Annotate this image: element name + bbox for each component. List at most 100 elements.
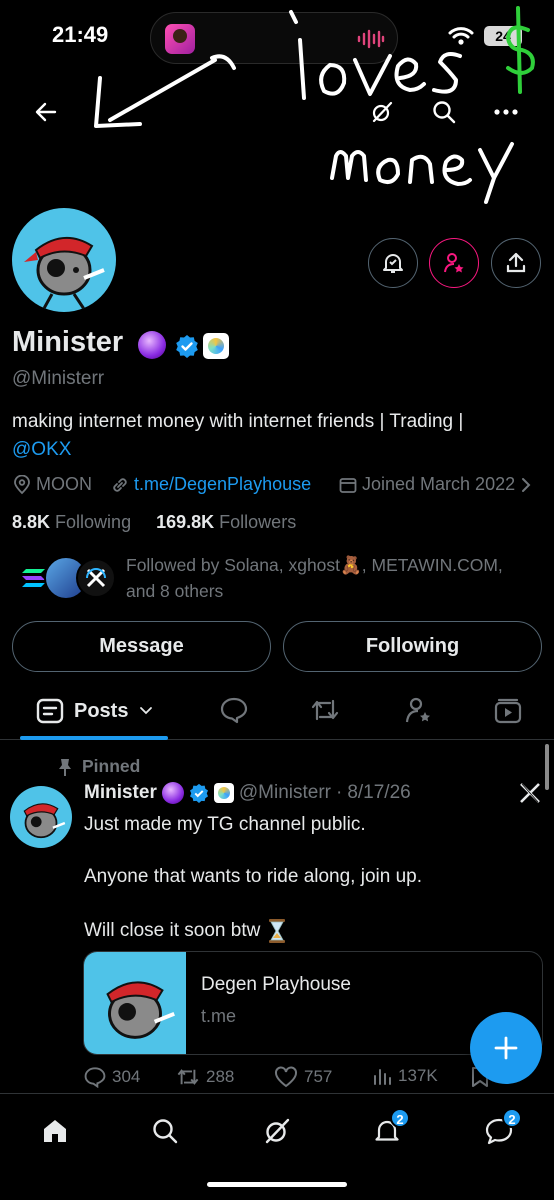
nav-home[interactable] [32, 1108, 78, 1154]
affiliate-badge[interactable] [203, 333, 229, 359]
repost-icon [311, 699, 339, 721]
notify-button[interactable] [368, 238, 418, 288]
like-count: 757 [304, 1067, 333, 1086]
post-separator: · [335, 782, 343, 803]
bio-text: making internet money with internet frie… [12, 411, 464, 432]
avatar-character-image [106, 981, 175, 1039]
metawin-avatar [76, 558, 116, 598]
bell-check-icon [383, 254, 403, 273]
views-action[interactable]: 137K [372, 1066, 438, 1086]
hourglass-emoji-icon [269, 919, 286, 943]
post-author-handle: @Ministerr [238, 782, 331, 803]
more-icon [494, 109, 518, 115]
pin-icon [59, 759, 71, 776]
avatar-character-image [23, 803, 66, 839]
home-icon [44, 1120, 66, 1142]
person-star-icon [405, 697, 430, 723]
views-count: 137K [398, 1066, 438, 1085]
following-link[interactable]: 8.8K Following [12, 512, 131, 532]
reply-action[interactable]: 304 [84, 1066, 140, 1088]
post-author-avatar[interactable] [10, 786, 72, 848]
nav-grok[interactable] [254, 1108, 300, 1154]
plus-icon [494, 1036, 518, 1060]
joined-date[interactable]: Joined March 2022 [338, 474, 533, 495]
tab-reposts[interactable] [310, 697, 340, 723]
profile-name: Minister [12, 326, 124, 358]
tab-posts[interactable]: Posts [36, 698, 154, 724]
bio-mention-link[interactable]: @OKX [12, 439, 71, 460]
tab-replies[interactable] [220, 696, 248, 724]
verified-badge-icon[interactable] [175, 334, 199, 358]
repost-action[interactable]: 288 [176, 1066, 234, 1088]
profile-bio: making internet money with internet frie… [12, 408, 532, 464]
message-button[interactable]: Message [12, 621, 271, 672]
arrow-left-icon [35, 102, 57, 122]
affiliate-logo-icon [217, 787, 230, 799]
reply-icon [84, 1067, 106, 1088]
repost-icon [177, 1069, 199, 1085]
video-icon [494, 698, 522, 724]
followed-by-text[interactable]: Followed by Solana, xghost🧸, METAWIN.COM… [126, 552, 536, 604]
followers-link[interactable]: 169.8K Followers [156, 512, 296, 532]
link-preview-domain: t.me [201, 1006, 237, 1026]
tab-media[interactable] [494, 697, 522, 725]
active-tab-indicator [20, 736, 168, 740]
compose-post-button[interactable] [470, 1012, 542, 1084]
home-indicator[interactable] [207, 1182, 347, 1187]
profile-link-text[interactable]: t.me/DegenPlayhouse [134, 474, 311, 495]
link-preview-title: Degen Playhouse [201, 974, 351, 995]
post-text-line-3-wrap: Will close it soon btw [84, 918, 286, 944]
share-button[interactable] [491, 238, 541, 288]
back-button[interactable] [26, 92, 66, 132]
followers-count: 169.8K [156, 512, 215, 532]
following-button[interactable]: Following [283, 621, 542, 672]
grok-button[interactable] [362, 92, 402, 132]
location-text: MOON [36, 474, 92, 494]
reply-count: 304 [112, 1067, 141, 1086]
location: MOON [12, 474, 92, 495]
subscribe-button[interactable] [429, 238, 479, 288]
post-text-line-1: Just made my TG channel public. [84, 814, 366, 835]
scrollbar[interactable] [545, 744, 549, 790]
avatar-character-image [24, 236, 105, 312]
nav-notifications[interactable]: 2 [364, 1108, 410, 1154]
metawin-logo-icon [86, 568, 106, 588]
nav-messages[interactable]: 2 [476, 1108, 522, 1154]
follow-counts: 8.8K Following 169.8K Followers [12, 512, 296, 533]
tab-subscriptions[interactable] [404, 696, 432, 724]
views-chart-icon [374, 1069, 391, 1085]
post-text-line-3: Will close it soon btw [84, 920, 261, 941]
calendar-icon [339, 477, 357, 493]
link-preview-image [84, 952, 186, 1054]
profile-avatar[interactable] [8, 204, 120, 316]
joined-text: Joined March 2022 [362, 474, 516, 494]
crystal-ball-emoji-icon [138, 331, 166, 359]
chevron-down-icon[interactable] [138, 705, 154, 717]
post-date: 8/17/26 [347, 782, 411, 803]
pinned-label: Pinned [82, 756, 141, 776]
tab-posts-label: Posts [74, 699, 129, 722]
location-pin-icon [14, 474, 30, 494]
posts-icon [36, 698, 64, 724]
search-icon [433, 101, 456, 124]
reply-bubble-icon [220, 697, 248, 724]
search-icon [153, 1119, 178, 1144]
profile-tabs: Posts [0, 684, 554, 740]
like-action[interactable]: 757 [274, 1066, 332, 1088]
post-author-name[interactable]: Minister [84, 782, 157, 804]
affiliate-badge [213, 783, 234, 803]
x-logo-icon [520, 783, 540, 803]
heart-icon [275, 1066, 297, 1088]
person-star-icon [444, 253, 464, 273]
followed-by-avatars[interactable] [14, 556, 124, 600]
share-icon [506, 252, 526, 273]
notifications-badge: 2 [390, 1108, 410, 1128]
nav-search[interactable] [142, 1108, 188, 1154]
search-button[interactable] [424, 92, 464, 132]
crystal-ball-emoji-icon [161, 782, 184, 804]
followers-label: Followers [219, 512, 297, 532]
more-button[interactable] [486, 92, 526, 132]
profile-link[interactable]: t.me/DegenPlayhouse [110, 474, 311, 495]
banner-scribble [94, 6, 535, 204]
profile-handle: @Ministerr [12, 368, 105, 389]
